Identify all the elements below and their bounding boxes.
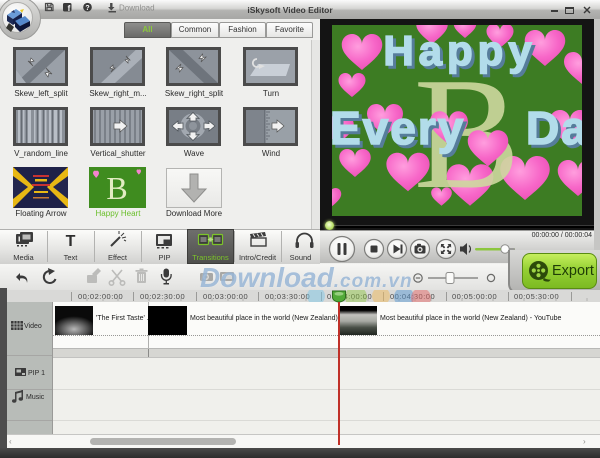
svg-text:Download: Download xyxy=(119,4,155,13)
svg-text:Every: Every xyxy=(332,102,465,154)
svg-text:Happy: Happy xyxy=(383,27,536,74)
svg-text:f: f xyxy=(68,4,71,13)
svg-text:T: T xyxy=(66,233,76,250)
svg-text:?: ? xyxy=(85,5,89,12)
svg-text:B: B xyxy=(106,170,127,206)
svg-text:Day: Day xyxy=(526,102,582,154)
